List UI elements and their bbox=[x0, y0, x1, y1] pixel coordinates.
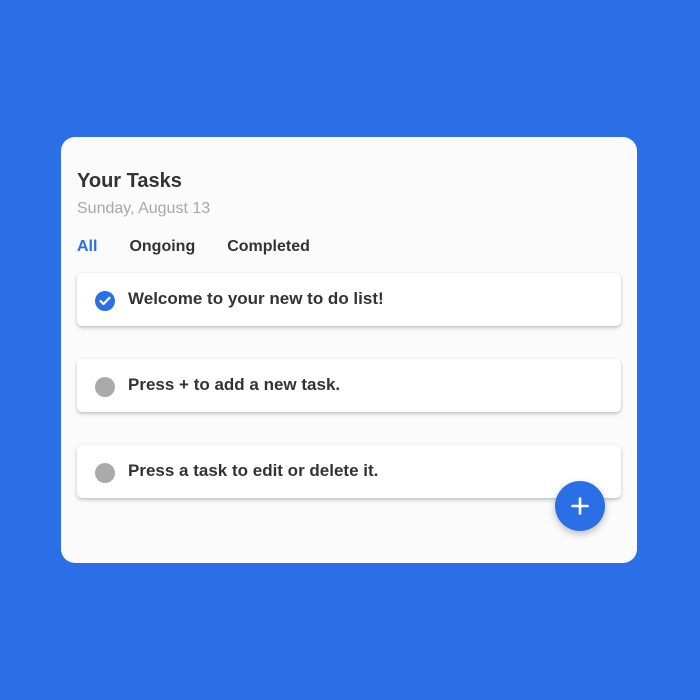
task-label: Welcome to your new to do list! bbox=[128, 289, 384, 308]
tab-all[interactable]: All bbox=[77, 238, 97, 256]
task-item[interactable]: Welcome to your new to do list! bbox=[77, 273, 621, 326]
task-item[interactable]: Press a task to edit or delete it. bbox=[77, 445, 621, 498]
tasks-card: Your Tasks Sunday, August 13 All Ongoing… bbox=[61, 137, 637, 563]
task-label: Press + to add a new task. bbox=[128, 375, 341, 394]
page-title: Your Tasks bbox=[77, 170, 182, 192]
tab-ongoing[interactable]: Ongoing bbox=[129, 238, 195, 256]
filter-tabs: All Ongoing Completed bbox=[77, 238, 310, 256]
pending-circle-icon[interactable] bbox=[95, 377, 115, 397]
pending-circle-icon[interactable] bbox=[95, 463, 115, 483]
plus-icon bbox=[571, 497, 589, 515]
current-date: Sunday, August 13 bbox=[77, 200, 211, 217]
completed-check-icon[interactable] bbox=[95, 291, 115, 311]
task-item[interactable]: Press + to add a new task. bbox=[77, 359, 621, 412]
add-task-button[interactable] bbox=[555, 481, 605, 531]
task-label: Press a task to edit or delete it. bbox=[128, 461, 379, 480]
tab-completed[interactable]: Completed bbox=[227, 238, 310, 256]
